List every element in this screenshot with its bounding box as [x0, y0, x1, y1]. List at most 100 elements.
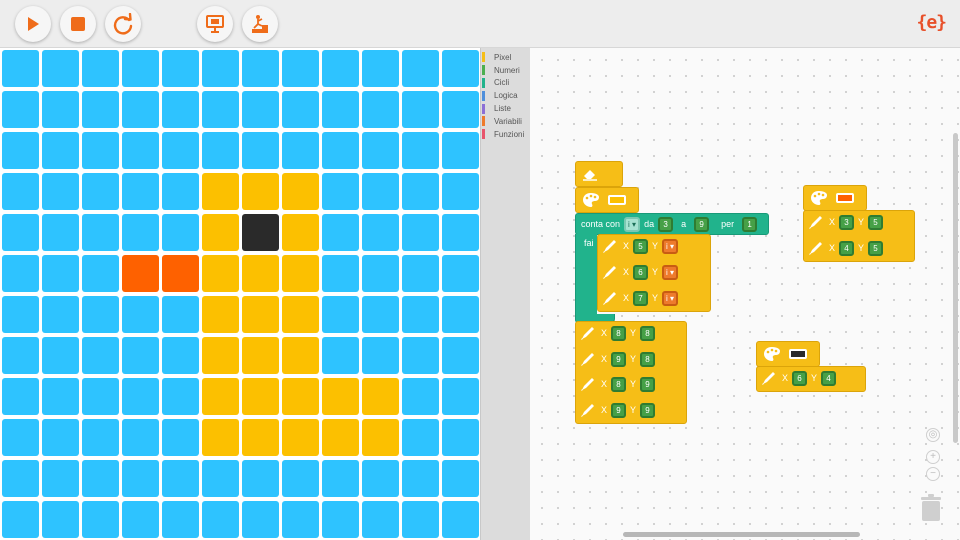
pixel-cell[interactable]: [282, 91, 319, 128]
pixel-cell[interactable]: [402, 501, 439, 538]
pixel-cell[interactable]: [42, 173, 79, 210]
pixel-cell[interactable]: [202, 132, 239, 169]
pixel-cell[interactable]: [362, 460, 399, 497]
pixel-cell[interactable]: [162, 255, 199, 292]
pixel-cell[interactable]: [42, 501, 79, 538]
pixel-cell[interactable]: [122, 132, 159, 169]
pixel-cell[interactable]: [242, 337, 279, 374]
pixel-cell[interactable]: [282, 255, 319, 292]
challenge-button[interactable]: [242, 6, 278, 42]
pixel-cell[interactable]: [82, 337, 119, 374]
x-input[interactable]: 9: [611, 351, 627, 367]
pixel-cell[interactable]: [242, 419, 279, 456]
pixel-cell[interactable]: [42, 132, 79, 169]
pixel-cell[interactable]: [82, 50, 119, 87]
pixel-cell[interactable]: [402, 214, 439, 251]
pixel-cell[interactable]: [442, 132, 479, 169]
pixel-cell[interactable]: [242, 91, 279, 128]
pixel-cell[interactable]: [322, 91, 359, 128]
set-color-block[interactable]: [803, 185, 867, 211]
loop-to-input[interactable]: 9: [694, 216, 710, 232]
draw-pixel-block[interactable]: X 7 Y i ▾: [597, 286, 711, 310]
loop-variable-dropdown[interactable]: i ▾: [624, 216, 641, 232]
pixel-cell[interactable]: [322, 378, 359, 415]
draw-pixel-block[interactable]: X 5 Y i ▾: [597, 234, 711, 258]
pixel-cell[interactable]: [282, 460, 319, 497]
pixel-cell[interactable]: [82, 91, 119, 128]
pixel-cell[interactable]: [202, 91, 239, 128]
present-button[interactable]: [197, 6, 233, 42]
x-input[interactable]: 5: [633, 238, 649, 254]
run-button[interactable]: [15, 6, 51, 42]
pixel-cell[interactable]: [282, 337, 319, 374]
category-variabili[interactable]: Variabili: [481, 115, 530, 128]
pixel-cell[interactable]: [202, 214, 239, 251]
set-color-block[interactable]: [575, 187, 639, 213]
draw-pixel-block[interactable]: X 4 Y 5: [803, 236, 915, 260]
x-input[interactable]: 3: [839, 214, 855, 230]
pixel-cell[interactable]: [122, 173, 159, 210]
pixel-cell[interactable]: [162, 214, 199, 251]
pixel-cell[interactable]: [82, 296, 119, 333]
x-input[interactable]: 6: [792, 370, 808, 386]
zoom-out-icon[interactable]: −: [926, 467, 940, 481]
pixel-cell[interactable]: [322, 337, 359, 374]
category-funzioni[interactable]: Funzioni: [481, 128, 530, 141]
pixel-cell[interactable]: [362, 255, 399, 292]
pixel-cell[interactable]: [442, 173, 479, 210]
pixel-cell[interactable]: [162, 419, 199, 456]
pixel-cell[interactable]: [282, 419, 319, 456]
pixel-cell[interactable]: [2, 501, 39, 538]
pixel-cell[interactable]: [202, 501, 239, 538]
pixel-cell[interactable]: [122, 501, 159, 538]
color-swatch[interactable]: [836, 193, 855, 203]
pixel-cell[interactable]: [122, 214, 159, 251]
category-pixel[interactable]: Pixel: [481, 51, 530, 64]
pixel-cell[interactable]: [162, 378, 199, 415]
pixel-cell[interactable]: [402, 91, 439, 128]
pixel-cell[interactable]: [42, 460, 79, 497]
pixel-cell[interactable]: [202, 460, 239, 497]
pixel-cell[interactable]: [162, 501, 199, 538]
pixel-cell[interactable]: [2, 132, 39, 169]
pixel-cell[interactable]: [42, 91, 79, 128]
pixel-cell[interactable]: [122, 419, 159, 456]
y-input[interactable]: 8: [640, 325, 656, 341]
y-variable-input[interactable]: i ▾: [662, 264, 679, 280]
loop-step-input[interactable]: 1: [742, 216, 758, 232]
pixel-cell[interactable]: [162, 173, 199, 210]
pixel-cell[interactable]: [42, 214, 79, 251]
draw-pixel-block[interactable]: X 8 Y 8: [575, 321, 687, 345]
pixel-cell[interactable]: [362, 296, 399, 333]
pixel-cell[interactable]: [82, 501, 119, 538]
pixel-cell[interactable]: [402, 50, 439, 87]
pixel-cell[interactable]: [162, 460, 199, 497]
pixel-cell[interactable]: [202, 337, 239, 374]
pixel-cell[interactable]: [122, 296, 159, 333]
pixel-cell[interactable]: [442, 50, 479, 87]
pixel-cell[interactable]: [322, 501, 359, 538]
pixel-cell[interactable]: [402, 173, 439, 210]
trash-icon[interactable]: [920, 494, 942, 522]
x-input[interactable]: 6: [633, 264, 649, 280]
y-input[interactable]: 5: [868, 240, 884, 256]
pixel-cell[interactable]: [242, 214, 279, 251]
x-input[interactable]: 8: [611, 325, 627, 341]
pixel-cell[interactable]: [242, 132, 279, 169]
pixel-cell[interactable]: [2, 337, 39, 374]
pixel-cell[interactable]: [282, 296, 319, 333]
pixel-cell[interactable]: [2, 214, 39, 251]
pixel-cell[interactable]: [42, 378, 79, 415]
draw-pixel-block[interactable]: X 6 Y 4: [756, 366, 866, 390]
recenter-icon[interactable]: ◎: [926, 428, 940, 442]
color-swatch[interactable]: [789, 349, 808, 359]
pixel-cell[interactable]: [362, 378, 399, 415]
y-variable-input[interactable]: i ▾: [662, 290, 679, 306]
category-logica[interactable]: Logica: [481, 89, 530, 102]
pixel-cell[interactable]: [42, 419, 79, 456]
loop-from-input[interactable]: 3: [658, 216, 674, 232]
count-loop-block[interactable]: conta con i ▾ da 3 a 9 per 1: [575, 213, 769, 235]
pixel-cell[interactable]: [282, 173, 319, 210]
draw-pixel-block[interactable]: X 9 Y 8: [575, 347, 687, 371]
pixel-cell[interactable]: [42, 50, 79, 87]
